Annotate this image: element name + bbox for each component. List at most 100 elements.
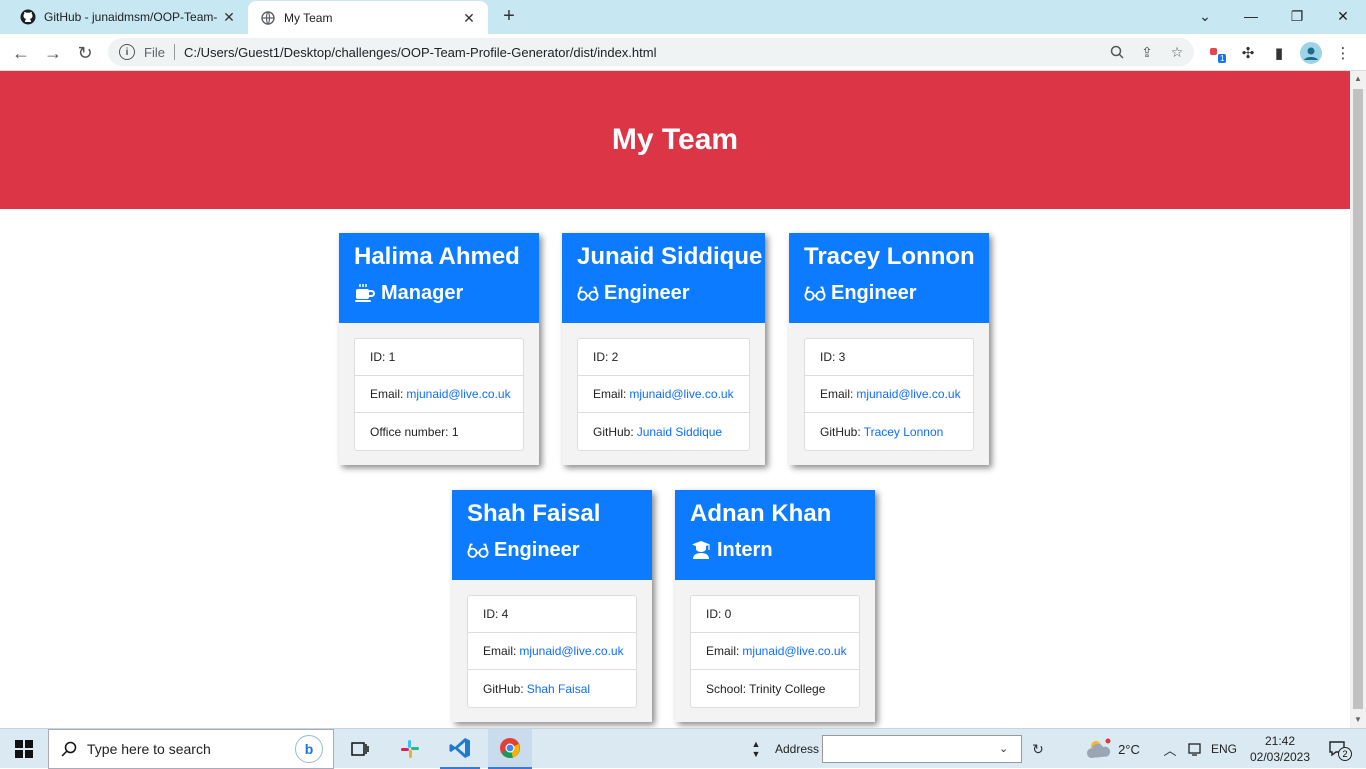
slack-icon[interactable] [392, 729, 428, 769]
details-list: ID: 3 Email: mjunaid@live.co.uk GitHub: … [804, 338, 974, 451]
scroll-down-icon[interactable]: ▼ [1350, 712, 1366, 728]
tab-my-team[interactable]: My Team ✕ [248, 1, 488, 35]
details-list: ID: 4 Email: mjunaid@live.co.uk GitHub: … [467, 595, 637, 708]
card-header: Junaid Siddique Engineer [562, 233, 765, 323]
employee-name: Adnan Khan [690, 500, 832, 527]
globe-icon [260, 10, 276, 26]
email-item: Email: mjunaid@live.co.uk [468, 633, 636, 670]
language-indicator[interactable]: ENG [1208, 729, 1240, 769]
employee-card: Shah Faisal Engineer ID: 4 Email: mjunai… [452, 490, 652, 722]
address-input[interactable]: ⌄ [822, 735, 1022, 763]
github-link[interactable]: Junaid Siddique [637, 425, 722, 439]
id-item: ID: 2 [578, 339, 749, 376]
task-view-icon[interactable] [342, 729, 378, 769]
role-label: Intern [717, 539, 773, 561]
share-icon[interactable]: ⇪ [1134, 39, 1160, 65]
zoom-icon[interactable] [1104, 39, 1130, 65]
puzzle-icon[interactable]: ✣ [1235, 40, 1261, 66]
toolbar-scroll-arrows[interactable]: ▲ ▼ [748, 729, 764, 769]
employee-role: Manager [354, 278, 524, 308]
card-header: Tracey Lonnon Engineer [789, 233, 989, 323]
email-link[interactable]: mjunaid@live.co.uk [742, 644, 846, 658]
dropdown-chevron-icon[interactable]: ⌄ [999, 742, 1008, 755]
minimize-button[interactable]: — [1228, 0, 1274, 32]
reload-icon[interactable]: ↻ [72, 40, 98, 66]
browser-tab-strip: GitHub - junaidmsm/OOP-Team- ✕ My Team ✕… [0, 0, 1366, 35]
github-item: GitHub: Shah Faisal [468, 670, 636, 707]
tab-search-icon[interactable]: ⌄ [1182, 0, 1228, 32]
chrome-icon[interactable] [488, 729, 532, 769]
bookmark-star-icon[interactable]: ☆ [1164, 39, 1190, 65]
email-label: Email: [706, 644, 740, 658]
url-text[interactable]: C:/Users/Guest1/Desktop/challenges/OOP-T… [184, 45, 1104, 60]
divider [173, 44, 175, 60]
info-icon[interactable]: i [119, 44, 135, 60]
employee-card: Halima Ahmed Manager ID: 1 Email: mjunai… [339, 233, 539, 465]
id-item: ID: 3 [805, 339, 973, 376]
page-title: My Team [611, 123, 739, 156]
address-toolbar-label: Address [774, 742, 820, 756]
details-list: ID: 2 Email: mjunaid@live.co.uk GitHub: … [577, 338, 750, 451]
address-bar[interactable]: i File C:/Users/Guest1/Desktop/challenge… [108, 38, 1194, 66]
email-link[interactable]: mjunaid@live.co.uk [519, 644, 623, 658]
graduate-icon [690, 540, 712, 560]
role-label: Engineer [831, 282, 917, 304]
employee-card: Adnan Khan Intern ID: 0 Email: mjunaid@l… [675, 490, 875, 722]
github-label: GitHub: [820, 424, 861, 439]
email-label: Email: [483, 644, 517, 658]
card-header: Adnan Khan Intern [675, 490, 875, 580]
glasses-icon [804, 283, 826, 303]
tab-title: My Team [284, 11, 333, 25]
restore-button[interactable]: ❐ [1274, 0, 1320, 32]
vscode-icon[interactable] [440, 729, 480, 769]
header-banner: My Team [0, 71, 1350, 209]
close-tab-icon[interactable]: ✕ [218, 6, 240, 28]
github-link[interactable]: Shah Faisal [527, 682, 590, 696]
card-header: Shah Faisal Engineer [452, 490, 652, 580]
new-tab-button[interactable]: + [498, 6, 520, 28]
github-label: GitHub: [483, 681, 524, 696]
employee-card: Junaid Siddique Engineer ID: 2 Email: mj… [562, 233, 765, 465]
employee-card: Tracey Lonnon Engineer ID: 3 Email: mjun… [789, 233, 989, 465]
employee-role: Engineer [577, 278, 750, 308]
weather-cloud-icon [1084, 729, 1114, 769]
role-label: Engineer [494, 539, 580, 561]
github-link[interactable]: Tracey Lonnon [864, 425, 944, 439]
details-list: ID: 0 Email: mjunaid@live.co.uk School: … [690, 595, 860, 708]
mug-icon [354, 283, 376, 303]
email-link[interactable]: mjunaid@live.co.uk [406, 387, 510, 401]
glasses-icon [467, 540, 489, 560]
close-window-button[interactable]: ✕ [1320, 0, 1366, 32]
taskbar-search-box[interactable]: Type here to search b [48, 729, 334, 769]
bing-icon[interactable]: b [295, 735, 323, 763]
menu-icon[interactable]: ⋮ [1330, 40, 1356, 66]
notification-icon[interactable]: 2 [1318, 729, 1358, 769]
extension-badge: 1 [1218, 54, 1227, 63]
email-link[interactable]: mjunaid@live.co.uk [856, 387, 960, 401]
forward-icon[interactable]: → [40, 40, 66, 66]
extension-icon[interactable]: 1 [1204, 40, 1230, 66]
weather-temperature[interactable]: 2°C [1114, 729, 1144, 769]
page-viewport: My Team Halima Ahmed Manager ID: 1 Email… [0, 71, 1350, 728]
email-link[interactable]: mjunaid@live.co.uk [629, 387, 733, 401]
go-refresh-icon[interactable]: ↻ [1024, 729, 1052, 769]
page-scrollbar[interactable]: ▲ ▼ [1350, 71, 1366, 728]
details-list: ID: 1 Email: mjunaid@live.co.uk Office n… [354, 338, 524, 451]
scroll-up-icon[interactable]: ▲ [1350, 71, 1366, 87]
back-icon[interactable]: ← [8, 40, 34, 66]
scheme-label: File [144, 44, 165, 60]
search-icon [61, 741, 77, 757]
side-panel-icon[interactable]: ▮ [1266, 40, 1292, 66]
github-label: GitHub: [593, 424, 634, 439]
network-icon[interactable] [1184, 729, 1206, 769]
tab-github[interactable]: GitHub - junaidmsm/OOP-Team- ✕ [8, 0, 248, 34]
chevron-up-icon[interactable]: ︿ [1160, 729, 1180, 769]
email-item: Email: mjunaid@live.co.uk [805, 376, 973, 413]
employee-name: Halima Ahmed [354, 243, 520, 270]
profile-avatar[interactable] [1298, 40, 1324, 66]
close-tab-icon[interactable]: ✕ [458, 7, 480, 29]
scroll-thumb[interactable] [1353, 89, 1363, 709]
clock[interactable]: 21:42 02/03/2023 [1248, 729, 1312, 769]
windows-start-icon[interactable] [0, 729, 48, 769]
role-label: Engineer [604, 282, 690, 304]
